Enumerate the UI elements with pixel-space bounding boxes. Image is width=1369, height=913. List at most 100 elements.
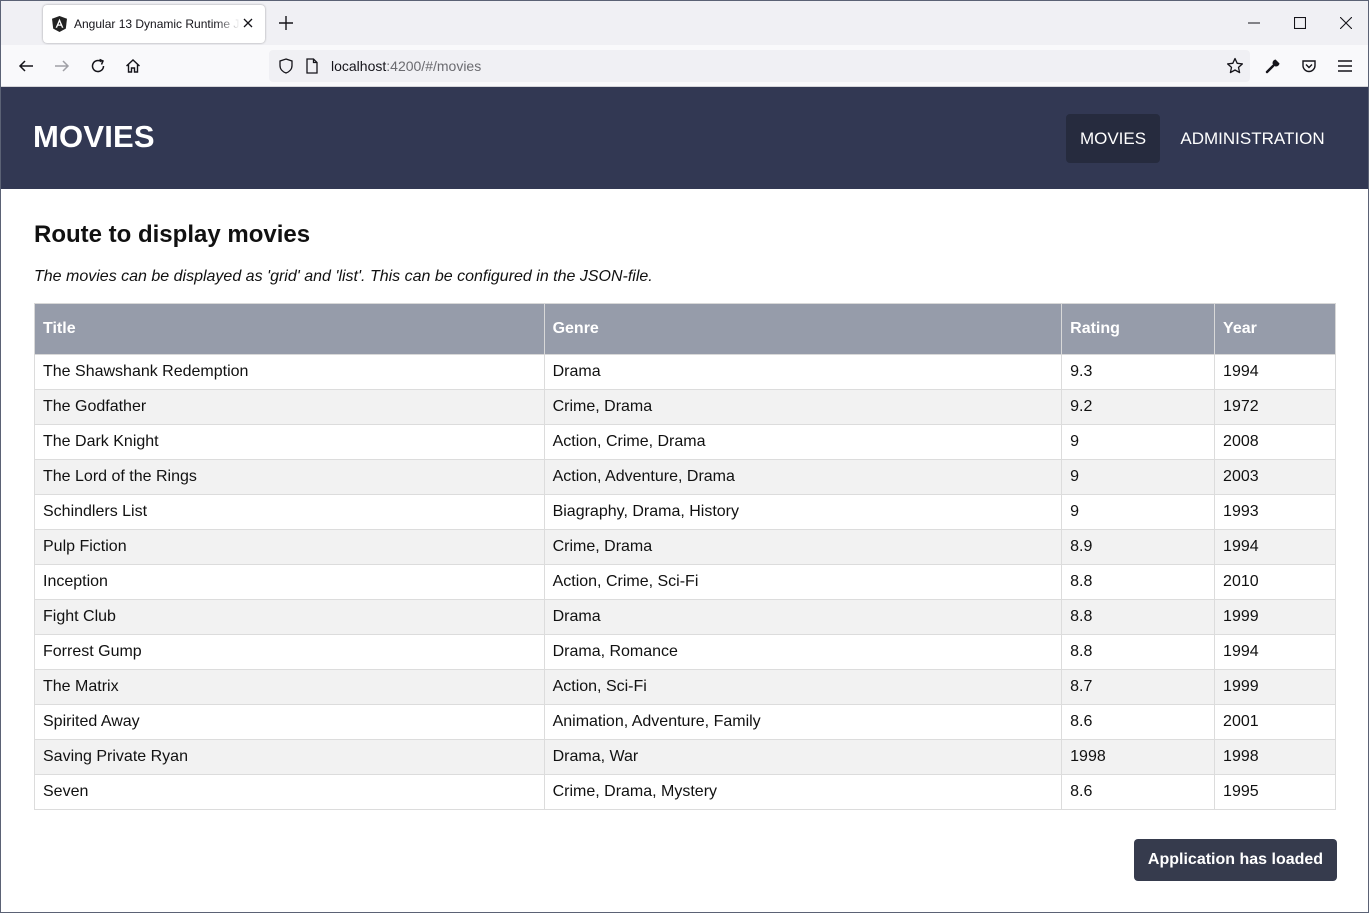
cell-title: The Shawshank Redemption — [34, 354, 545, 390]
cell-year: 1995 — [1214, 774, 1336, 810]
reload-icon[interactable] — [87, 55, 109, 77]
cell-title: Forrest Gump — [34, 634, 545, 670]
table-row: Spirited Away Animation, Adventure, Famil… — [34, 704, 1336, 740]
table-row: The Lord of the Rings Action, Adventure, … — [34, 459, 1336, 495]
cell-rating: 9.3 — [1061, 354, 1216, 390]
cell-title: Seven — [34, 774, 545, 810]
cell-rating: 9 — [1061, 459, 1216, 495]
movies-table: Title Genre Rating Year The Shawshank Re… — [34, 303, 1336, 810]
cell-genre: Drama — [543, 599, 1063, 635]
page-heading: Route to display movies — [34, 221, 311, 248]
cell-genre: Crime, Drama, Mystery — [543, 774, 1063, 810]
cell-title: Schindlers List — [34, 494, 545, 530]
forward-arrow-icon[interactable] — [51, 55, 73, 77]
table-row: Schindlers List Biagraphy, Drama, History… — [34, 494, 1336, 530]
url-path: :4200/#/movies — [386, 58, 482, 74]
cell-title: Fight Club — [34, 599, 545, 635]
cell-rating: 9 — [1061, 494, 1216, 530]
cell-genre: Action, Crime, Drama — [543, 424, 1063, 460]
maximize-icon[interactable] — [1289, 12, 1311, 34]
cell-genre: Action, Adventure, Drama — [543, 459, 1063, 495]
cell-title: Pulp Fiction — [34, 529, 545, 565]
column-header-genre: Genre — [543, 303, 1063, 355]
page-info-icon[interactable] — [305, 58, 319, 79]
cell-title: Inception — [34, 564, 545, 600]
url-bar[interactable]: localhost:4200/#/movies — [269, 50, 1250, 82]
nav-link-movies[interactable]: MOVIES — [1066, 114, 1160, 163]
cell-rating: 8.6 — [1061, 774, 1216, 810]
table-row: The Matrix Action, Sci-Fi 8.7 1999 — [34, 669, 1336, 705]
table-row: Forrest Gump Drama, Romance 8.8 1994 — [34, 634, 1336, 670]
cell-year: 1994 — [1214, 529, 1336, 565]
wrench-icon[interactable] — [1262, 55, 1284, 77]
table-row: The Shawshank Redemption Drama 9.3 1994 — [34, 354, 1336, 390]
cell-title: The Lord of the Rings — [34, 459, 545, 495]
browser-tab[interactable]: Angular 13 Dynamic Runtime JSON — [43, 5, 265, 43]
column-header-rating: Rating — [1061, 303, 1216, 355]
cell-title: Spirited Away — [34, 704, 545, 740]
cell-rating: 1998 — [1061, 739, 1216, 775]
cell-year: 2010 — [1214, 564, 1336, 600]
cell-genre: Drama, War — [543, 739, 1063, 775]
cell-rating: 8.8 — [1061, 564, 1216, 600]
column-header-title: Title — [34, 303, 545, 355]
minimize-icon[interactable] — [1243, 12, 1265, 34]
close-tab-icon[interactable] — [241, 16, 255, 30]
cell-year: 1994 — [1214, 354, 1336, 390]
pocket-icon[interactable] — [1298, 55, 1320, 77]
table-row: Pulp Fiction Crime, Drama 8.9 1994 — [34, 529, 1336, 565]
table-row: Saving Private Ryan Drama, War 1998 1998 — [34, 739, 1336, 775]
cell-year: 2003 — [1214, 459, 1336, 495]
browser-toolbar: localhost:4200/#/movies — [1, 45, 1368, 87]
app-header: MOVIES MOVIES ADMINISTRATION — [1, 87, 1368, 189]
cell-genre: Biagraphy, Drama, History — [543, 494, 1063, 530]
cell-rating: 8.9 — [1061, 529, 1216, 565]
page-description: The movies can be displayed as 'grid' an… — [34, 268, 653, 285]
cell-genre: Crime, Drama — [543, 529, 1063, 565]
table-row: The Dark Knight Action, Crime, Drama 9 2008 — [34, 424, 1336, 460]
url-text: localhost:4200/#/movies — [331, 58, 481, 74]
cell-genre: Drama, Romance — [543, 634, 1063, 670]
cell-year: 1993 — [1214, 494, 1336, 530]
cell-year: 1998 — [1214, 739, 1336, 775]
cell-genre: Animation, Adventure, Family — [543, 704, 1063, 740]
cell-rating: 9.2 — [1061, 389, 1216, 425]
cell-year: 1999 — [1214, 599, 1336, 635]
cell-title: The Matrix — [34, 669, 545, 705]
tracking-shield-icon[interactable] — [278, 58, 294, 79]
cell-rating: 8.8 — [1061, 599, 1216, 635]
cell-title: The Dark Knight — [34, 424, 545, 460]
cell-year: 2008 — [1214, 424, 1336, 460]
hamburger-menu-icon[interactable] — [1334, 55, 1356, 77]
cell-year: 1999 — [1214, 669, 1336, 705]
cell-rating: 9 — [1061, 424, 1216, 460]
cell-rating: 8.8 — [1061, 634, 1216, 670]
table-row: Seven Crime, Drama, Mystery 8.6 1995 — [34, 774, 1336, 810]
table-row: The Godfather Crime, Drama 9.2 1972 — [34, 389, 1336, 425]
tab-strip: Angular 13 Dynamic Runtime JSON — [1, 1, 1368, 45]
home-icon[interactable] — [122, 55, 144, 77]
cell-year: 1972 — [1214, 389, 1336, 425]
cell-genre: Drama — [543, 354, 1063, 390]
table-row: Fight Club Drama 8.8 1999 — [34, 599, 1336, 635]
table-row: Inception Action, Crime, Sci-Fi 8.8 2010 — [34, 564, 1336, 600]
cell-genre: Action, Sci-Fi — [543, 669, 1063, 705]
new-tab-plus-icon[interactable] — [277, 14, 295, 32]
cell-genre: Action, Crime, Sci-Fi — [543, 564, 1063, 600]
cell-year: 1994 — [1214, 634, 1336, 670]
nav-link-administration[interactable]: ADMINISTRATION — [1171, 114, 1334, 163]
close-window-icon[interactable] — [1335, 12, 1357, 34]
cell-title: The Godfather — [34, 389, 545, 425]
table-header-row: Title Genre Rating Year — [34, 303, 1336, 355]
column-header-year: Year — [1214, 303, 1336, 355]
app-title: MOVIES — [33, 119, 155, 154]
status-badge: Application has loaded — [1134, 839, 1337, 881]
cell-title: Saving Private Ryan — [34, 739, 545, 775]
url-host: localhost — [331, 58, 387, 74]
cell-genre: Crime, Drama — [543, 389, 1063, 425]
bookmark-star-icon[interactable] — [1226, 57, 1244, 80]
cell-rating: 8.6 — [1061, 704, 1216, 740]
back-arrow-icon[interactable] — [15, 55, 37, 77]
cell-year: 2001 — [1214, 704, 1336, 740]
browser-window: Angular 13 Dynamic Runtime JSON — [0, 0, 1369, 913]
